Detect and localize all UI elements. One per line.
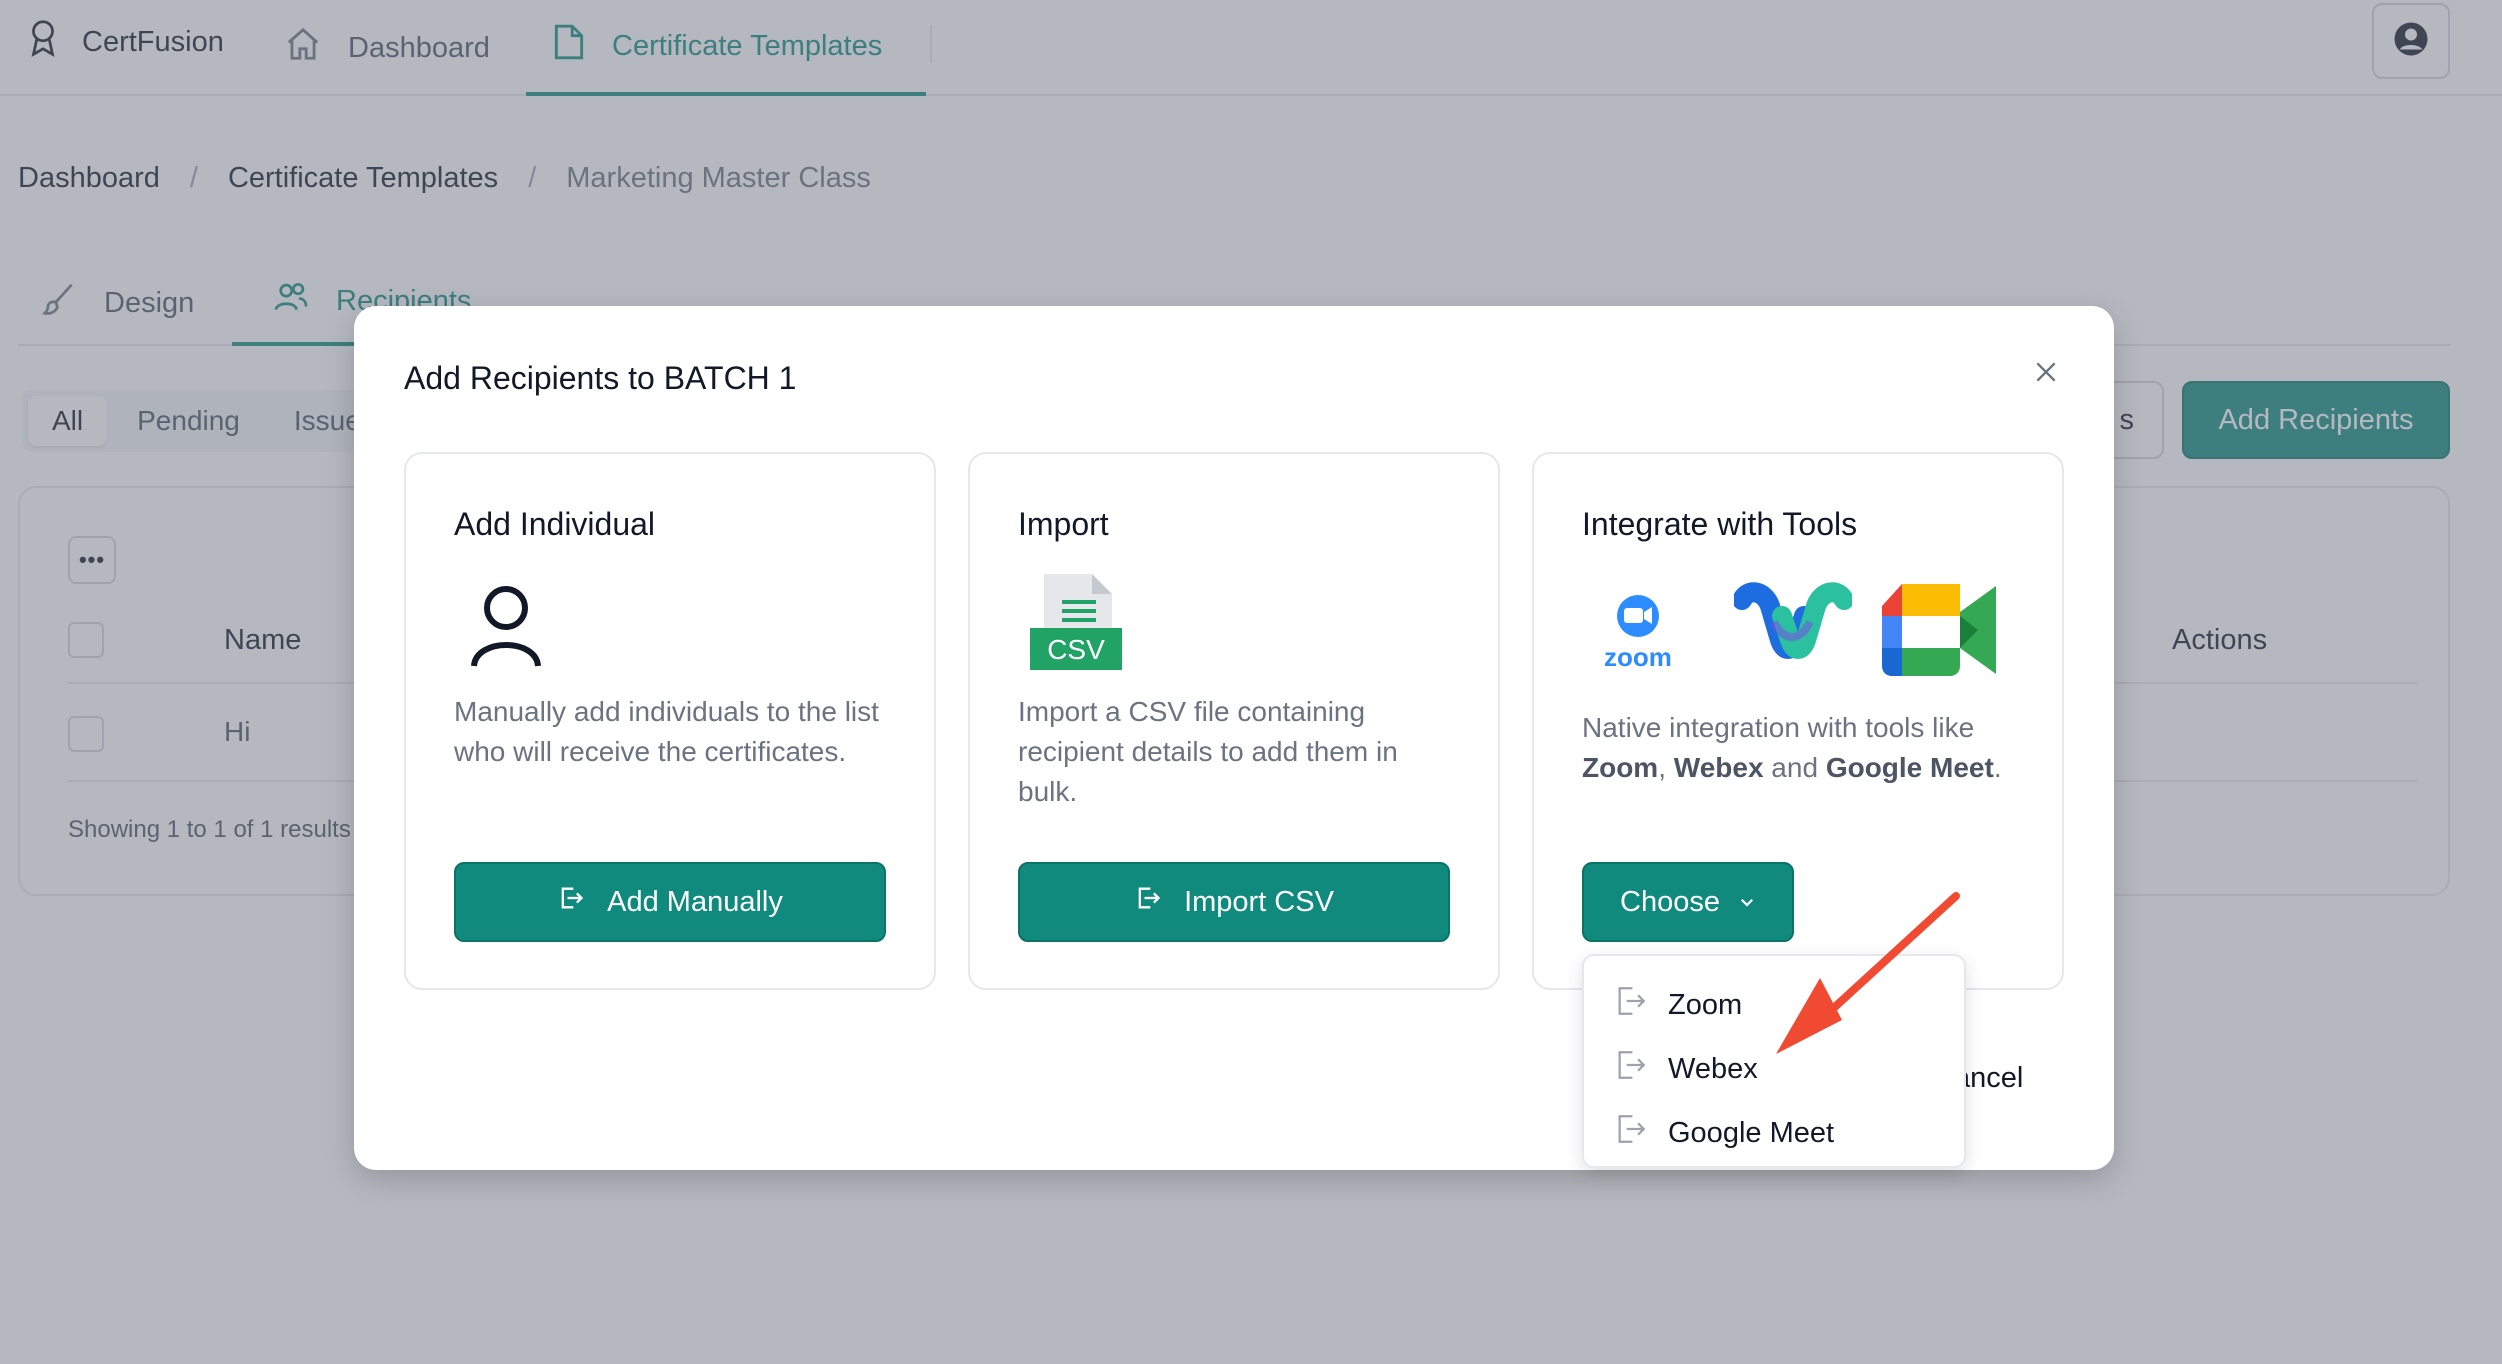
sign-in-icon bbox=[1614, 1112, 1648, 1154]
sign-in-icon bbox=[1134, 884, 1162, 920]
add-manually-button[interactable]: Add Manually bbox=[454, 862, 886, 942]
option-import: Import CSV Import a CSV file containing … bbox=[968, 452, 1500, 990]
close-button[interactable] bbox=[2026, 354, 2066, 394]
add-manually-label: Add Manually bbox=[607, 885, 783, 918]
import-csv-button[interactable]: Import CSV bbox=[1018, 862, 1450, 942]
integration-dropdown-menu: Zoom Webex Google Meet bbox=[1582, 954, 1966, 1168]
zoom-logo-icon: zoom bbox=[1596, 594, 1680, 674]
desc-webex: Webex bbox=[1673, 752, 1764, 783]
choose-label: Choose bbox=[1620, 885, 1720, 918]
option-description: Native integration with tools like Zoom,… bbox=[1582, 708, 2022, 788]
desc-zoom: Zoom bbox=[1582, 752, 1659, 783]
sign-in-icon bbox=[557, 884, 585, 920]
desc-google-meet: Google Meet bbox=[1825, 752, 1994, 783]
dropdown-item-label: Webex bbox=[1668, 1052, 1758, 1085]
dropdown-item-webex[interactable]: Webex bbox=[1614, 1044, 1758, 1094]
desc-text: , bbox=[1658, 752, 1674, 783]
dropdown-item-zoom[interactable]: Zoom bbox=[1614, 980, 1742, 1030]
person-icon bbox=[466, 580, 546, 675]
desc-text: and bbox=[1763, 752, 1826, 783]
google-meet-logo-icon bbox=[1880, 582, 1998, 683]
option-title: Import bbox=[1018, 506, 1109, 542]
sign-in-icon bbox=[1614, 1048, 1648, 1090]
import-csv-label: Import CSV bbox=[1184, 885, 1334, 918]
zoom-logo-text: zoom bbox=[1604, 642, 1672, 672]
option-add-individual: Add Individual Manually add individuals … bbox=[404, 452, 936, 990]
csv-file-icon: CSV bbox=[1028, 572, 1124, 672]
dropdown-item-label: Google Meet bbox=[1668, 1116, 1835, 1149]
webex-logo-icon bbox=[1732, 582, 1854, 679]
option-description: Manually add individuals to the list who… bbox=[454, 696, 879, 767]
option-title: Integrate with Tools bbox=[1582, 506, 1858, 542]
option-description: Import a CSV file containing recipient d… bbox=[1018, 696, 1398, 807]
sign-in-icon bbox=[1614, 984, 1648, 1026]
choose-integration-button[interactable]: Choose bbox=[1582, 862, 1794, 942]
modal-title: Add Recipients to BATCH 1 bbox=[404, 360, 797, 396]
chevron-down-icon bbox=[1738, 886, 1756, 919]
desc-text: Native integration with tools like bbox=[1582, 712, 1975, 743]
close-icon bbox=[2033, 359, 2059, 390]
app-page: CertFusion Dashboard Certificate Templat… bbox=[0, 0, 2502, 1364]
option-integrate-tools: Integrate with Tools zoom Native integra… bbox=[1532, 452, 2064, 990]
option-title: Add Individual bbox=[454, 506, 656, 542]
csv-icon-label: CSV bbox=[1047, 634, 1105, 665]
dropdown-item-google-meet[interactable]: Google Meet bbox=[1614, 1108, 1834, 1158]
desc-text: . bbox=[1993, 752, 2002, 783]
dropdown-item-label: Zoom bbox=[1668, 988, 1743, 1021]
